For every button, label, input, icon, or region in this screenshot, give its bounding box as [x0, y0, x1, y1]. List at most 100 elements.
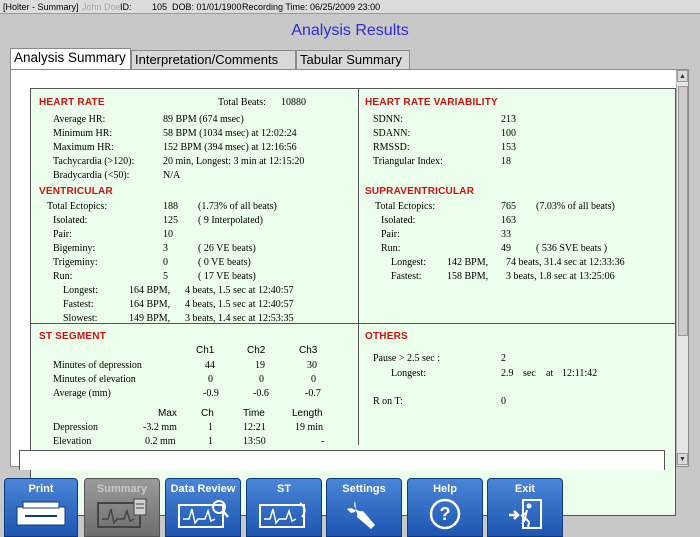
st-detail-header: Length	[292, 408, 323, 419]
data-review-button-label: Data Review	[170, 483, 236, 495]
st-row-label: Minutes of elevation	[53, 374, 136, 385]
sve-value: 765	[501, 201, 516, 212]
st-detail-time: 12:21	[243, 422, 266, 433]
st-row-value: 44	[205, 360, 215, 371]
st-detail-label: Elevation	[53, 436, 92, 447]
summary-panel: HEART RATE Total Beats: 10880 Average HR…	[10, 69, 689, 516]
st-detail-max: -3.2 mm	[143, 422, 177, 433]
ve-note: ( 0 VE beats)	[198, 257, 251, 268]
ve-note: (1.73% of all beats)	[198, 201, 277, 212]
sve-note: ( 536 SVE beats )	[536, 243, 608, 254]
dob: DOB: 01/01/1900	[172, 2, 242, 12]
ve-label: Bigeminy:	[53, 243, 96, 254]
tab-interpretation-comments[interactable]: Interpretation/Comments	[131, 50, 296, 70]
hr-value: N/A	[163, 170, 181, 181]
hrv-value: 100	[501, 128, 516, 139]
ve-run-label: Slowest:	[63, 313, 98, 324]
ve-value: 188	[163, 201, 178, 212]
scroll-thumb[interactable]	[678, 86, 688, 336]
st-detail-length: 19 min	[295, 422, 324, 433]
hr-label: Minimum HR:	[53, 128, 113, 139]
exit-button[interactable]: Exit	[487, 478, 563, 537]
sve-label: Isolated:	[381, 215, 416, 226]
print-button[interactable]: Print	[4, 478, 78, 537]
ventricular-title: VENTRICULAR	[39, 186, 113, 197]
page-title: Analysis Results	[291, 22, 409, 39]
hr-value: 89 BPM (674 msec)	[163, 114, 244, 125]
r-on-t-value: 0	[501, 396, 506, 407]
exit-button-label: Exit	[514, 483, 536, 495]
exit-icon	[509, 499, 542, 529]
ve-label: Run:	[53, 271, 73, 282]
summary-icon	[97, 498, 147, 528]
hr-value: 152 BPM (394 msec) at 12:16:56	[163, 142, 297, 153]
data-review-button[interactable]: Data Review	[165, 478, 241, 537]
sve-run-bpm: 158 BPM,	[447, 271, 489, 282]
sve-run-detail: 74 beats, 31.4 sec at 12:33:36	[506, 257, 625, 268]
st-row-label: Average (mm)	[53, 388, 111, 399]
ve-label: Isolated:	[53, 215, 88, 226]
wrench-icon	[347, 501, 375, 529]
patient-name-redacted: John Doe	[82, 2, 121, 12]
ve-note: ( 17 VE beats)	[198, 271, 256, 282]
pause-longest-at: at	[546, 368, 554, 379]
next-report-section	[19, 450, 665, 470]
sve-value: 163	[501, 215, 516, 226]
settings-button-label: Settings	[342, 483, 386, 495]
sve-label: Pair:	[381, 229, 400, 240]
st-channel-header: Ch3	[299, 345, 318, 356]
hrv-label: SDNN:	[373, 114, 404, 125]
st-button[interactable]: ST	[246, 478, 322, 537]
hr-label: Bradycardia (<50):	[53, 170, 130, 181]
ve-run-label: Longest:	[63, 285, 98, 296]
tab-tabular-summary[interactable]: Tabular Summary	[296, 50, 410, 70]
st-row-value: 19	[255, 360, 265, 371]
tab-analysis-summary[interactable]: Analysis Summary	[10, 48, 131, 70]
st-detail-length: -	[321, 436, 325, 447]
st-row-value: -0.7	[305, 388, 321, 399]
ve-run-detail: 4 beats, 1.5 sec at 12:40:57	[185, 285, 294, 296]
st-row-value: 0	[208, 374, 213, 385]
st-row-value: 0	[311, 374, 316, 385]
pause-label: Pause > 2.5 sec :	[373, 353, 441, 364]
summary-button[interactable]: Summary	[84, 478, 160, 537]
total-beats-value: 10880	[281, 97, 306, 108]
st-row-label: Minutes of depression	[53, 360, 142, 371]
column-divider	[358, 89, 359, 445]
sve-label: Run:	[381, 243, 401, 254]
hr-label: Tachycardia (>120):	[53, 156, 135, 167]
data-review-icon	[178, 500, 229, 528]
id-label: ID:	[120, 2, 132, 12]
ve-run-detail: 3 beats, 1.4 sec at 12:53:35	[185, 313, 294, 324]
settings-button[interactable]: Settings	[326, 478, 402, 537]
st-detail-header: Ch	[201, 408, 214, 419]
hrv-label: Triangular Index:	[373, 156, 443, 167]
r-on-t-label: R on T:	[373, 396, 403, 407]
st-detail-max: 0.2 mm	[145, 436, 176, 447]
st-detail-header: Time	[243, 408, 265, 419]
sve-run-label: Fastest:	[391, 271, 422, 282]
st-row-value: -0.9	[203, 388, 219, 399]
pause-longest-sec: 2.9	[501, 368, 514, 379]
ve-label: Pair:	[53, 229, 72, 240]
ve-run-bpm: 164 BPM,	[129, 299, 171, 310]
help-icon: ?	[429, 498, 461, 530]
st-detail-ch: 1	[208, 422, 213, 433]
ve-note: ( 9 Interpolated)	[198, 215, 263, 226]
ve-value: 10	[163, 229, 173, 240]
ve-run-bpm: 164 BPM,	[129, 285, 171, 296]
st-icon	[259, 502, 306, 528]
ve-note: ( 26 VE beats)	[198, 243, 256, 254]
st-row-value: -0.6	[253, 388, 269, 399]
sve-label: Total Ectopics:	[375, 201, 436, 212]
scroll-up-icon[interactable]: ▲	[677, 70, 688, 82]
st-channel-header: Ch2	[247, 345, 266, 356]
summary-button-label: Summary	[96, 483, 148, 495]
st-detail-ch: 1	[208, 436, 213, 447]
help-button[interactable]: Help ?	[407, 478, 483, 537]
sve-run-bpm: 142 BPM,	[447, 257, 489, 268]
hr-label: Average HR:	[53, 114, 106, 125]
vertical-scrollbar[interactable]: ▲ ▼	[676, 70, 688, 466]
ve-label: Total Ectopics:	[47, 201, 108, 212]
scroll-down-icon[interactable]: ▼	[677, 453, 688, 465]
